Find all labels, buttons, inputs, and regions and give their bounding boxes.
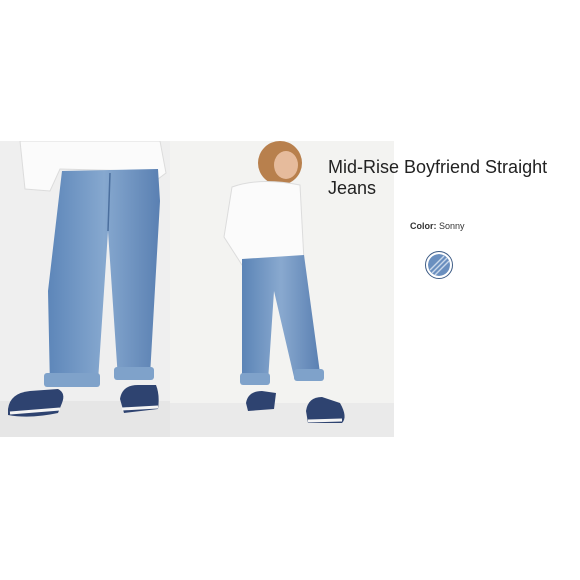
swatch-pattern (428, 254, 450, 276)
color-label: Color: (410, 221, 437, 231)
denim-swatch-icon[interactable] (425, 251, 453, 279)
product-title: Mid-Rise Boyfriend Straight Jeans (328, 157, 548, 198)
front-view-photo[interactable] (0, 141, 170, 437)
color-row: Color: Sonny (410, 221, 465, 231)
color-value: Sonny (439, 221, 465, 231)
front-model-illustration (0, 141, 170, 437)
